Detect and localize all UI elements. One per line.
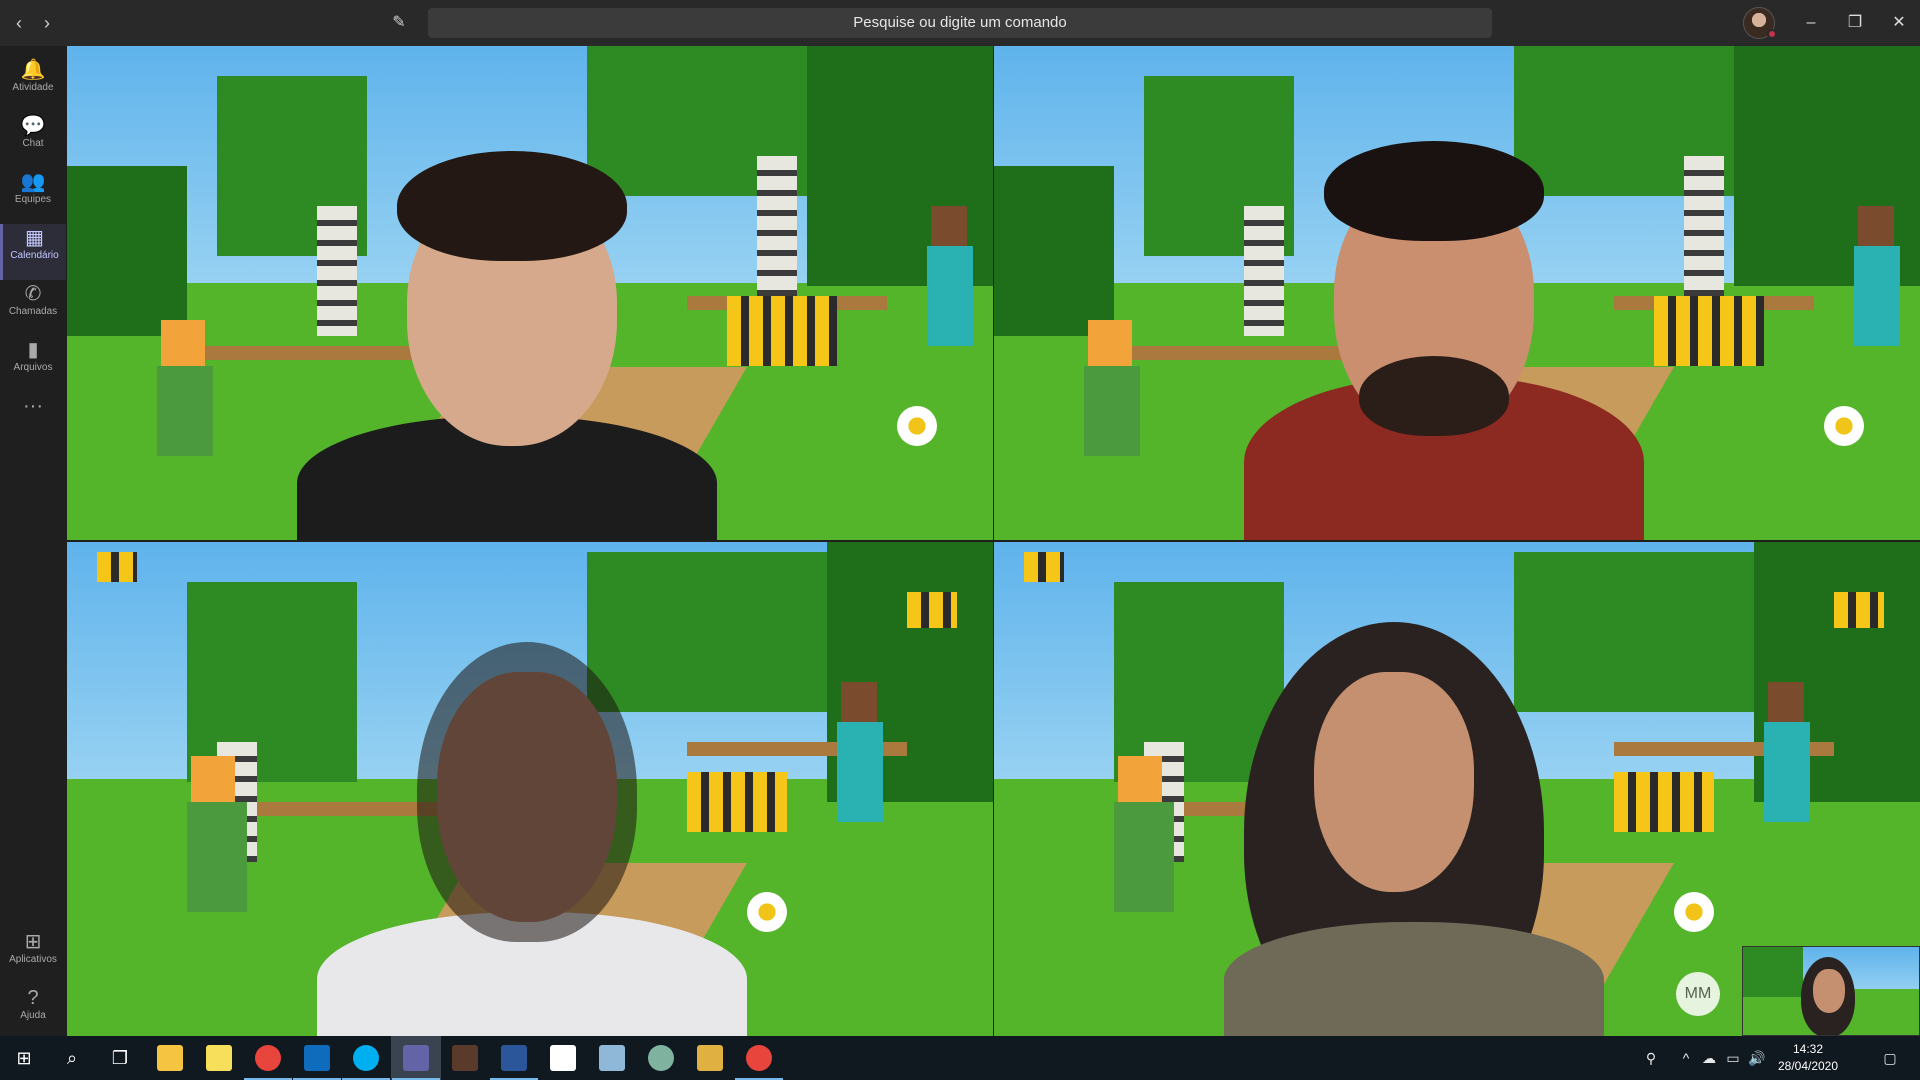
teams-icon: 👥 bbox=[20, 171, 46, 193]
back-icon[interactable]: ‹ bbox=[6, 10, 32, 36]
rail-item-files[interactable]: ▮ Arquivos bbox=[0, 336, 66, 392]
file-explorer-icon[interactable] bbox=[157, 1045, 183, 1071]
rail-item-calls[interactable]: ✆ Chamadas bbox=[0, 280, 66, 336]
rail-item-chat[interactable]: 💬 Chat bbox=[0, 112, 66, 168]
rail-item-label: Chat bbox=[22, 138, 44, 149]
rail-item-calendar[interactable]: ▦ Calendário bbox=[0, 224, 66, 280]
participant-video-tile[interactable] bbox=[994, 46, 1920, 540]
onedrive-icon[interactable]: ☁ bbox=[1698, 1036, 1720, 1080]
rail-item-label: Ajuda bbox=[20, 1010, 46, 1021]
rail-item-teams[interactable]: 👥 Equipes bbox=[0, 168, 66, 224]
rail-item-apps[interactable]: ⊞ Aplicativos bbox=[0, 928, 66, 984]
notifications-icon[interactable]: ▢ bbox=[1870, 1036, 1910, 1080]
photos-icon[interactable] bbox=[550, 1045, 576, 1071]
rail-item-label: Calendário bbox=[10, 250, 59, 261]
participant-avatar: MM bbox=[1676, 972, 1720, 1016]
forward-icon[interactable]: › bbox=[34, 10, 60, 36]
show-hidden-icons[interactable]: ^ bbox=[1676, 1036, 1696, 1080]
help-icon: ? bbox=[27, 987, 39, 1009]
clock-date: 28/04/2020 bbox=[1777, 1059, 1839, 1073]
participant-video-tile[interactable] bbox=[67, 542, 993, 1036]
video-grid bbox=[67, 46, 1920, 1036]
pen-app-icon[interactable] bbox=[599, 1045, 625, 1071]
apps-icon: ⊞ bbox=[24, 931, 42, 953]
skype-icon[interactable] bbox=[342, 1045, 390, 1080]
self-preview-video[interactable] bbox=[1742, 946, 1920, 1036]
rail-item-label: Chamadas bbox=[8, 306, 58, 317]
rail-item-label: Atividade bbox=[12, 82, 54, 93]
file-icon: ▮ bbox=[27, 339, 39, 361]
rail-item-help[interactable]: ? Ajuda bbox=[0, 984, 66, 1040]
paint-app-icon[interactable] bbox=[648, 1045, 674, 1071]
search-icon[interactable]: ⌕ bbox=[48, 1036, 96, 1080]
task-view-icon[interactable]: ❐ bbox=[96, 1036, 144, 1080]
windows-start-icon[interactable]: ⊞ bbox=[0, 1036, 48, 1080]
rail-item-label: Arquivos bbox=[13, 362, 53, 373]
taskbar-clock[interactable]: 14:32 28/04/2020 bbox=[1768, 1041, 1848, 1075]
tool-app-icon[interactable] bbox=[697, 1045, 723, 1071]
presence-status-icon bbox=[1767, 29, 1777, 39]
chat-icon: 💬 bbox=[20, 115, 46, 137]
title-bar: ‹ › ✎ Pesquise ou digite um comando – ❐ … bbox=[0, 0, 1920, 46]
teams-icon[interactable] bbox=[392, 1045, 440, 1080]
outlook-icon[interactable] bbox=[293, 1045, 341, 1080]
participant-video-tile[interactable] bbox=[67, 46, 993, 540]
new-chat-icon[interactable]: ✎ bbox=[386, 10, 412, 36]
app-rail: 🔔 Atividade 💬 Chat 👥 Equipes ▦ Calendári… bbox=[0, 46, 66, 1036]
minimize-button[interactable]: – bbox=[1791, 8, 1831, 38]
network-icon[interactable]: ▭ bbox=[1722, 1036, 1744, 1080]
chrome-icon[interactable] bbox=[735, 1045, 783, 1080]
sticky-notes-icon[interactable] bbox=[206, 1045, 232, 1071]
game-app-icon[interactable] bbox=[452, 1045, 478, 1071]
windows-taskbar: ⊞ ⌕ ❐ ⚲ ^ ☁ ▭ 🔊 ▮ 14:32 28/04/2020 ▢ bbox=[0, 1036, 1920, 1080]
search-command-box[interactable]: Pesquise ou digite um comando bbox=[428, 8, 1492, 38]
rail-item-more[interactable]: ··· bbox=[0, 392, 66, 448]
chrome-icon[interactable] bbox=[244, 1045, 292, 1080]
close-button[interactable]: ✕ bbox=[1879, 8, 1919, 38]
word-icon[interactable] bbox=[490, 1045, 538, 1080]
restore-button[interactable]: ❐ bbox=[1835, 8, 1875, 38]
phone-icon: ✆ bbox=[24, 283, 42, 305]
calendar-icon: ▦ bbox=[25, 227, 44, 249]
rail-item-label: Equipes bbox=[14, 194, 52, 205]
rail-item-activity[interactable]: 🔔 Atividade bbox=[0, 56, 66, 112]
rail-item-label: Aplicativos bbox=[9, 954, 57, 965]
bell-icon: 🔔 bbox=[20, 59, 46, 81]
volume-icon[interactable]: 🔊 bbox=[1746, 1036, 1768, 1080]
clock-time: 14:32 bbox=[1792, 1042, 1824, 1056]
more-icon: ··· bbox=[23, 395, 43, 417]
people-icon[interactable]: ⚲ bbox=[1636, 1036, 1666, 1080]
